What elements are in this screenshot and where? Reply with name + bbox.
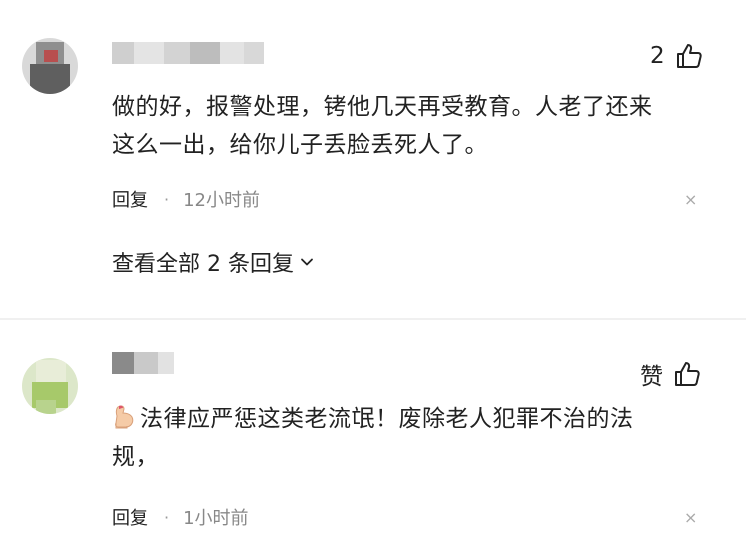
close-icon[interactable]: × (684, 508, 697, 527)
like-count: 2 (650, 43, 665, 69)
comment-meta: 回复 · 1小时前 (112, 504, 249, 530)
chevron-down-icon (301, 258, 313, 266)
comment-line: 这么一出，给你儿子丢脸丢死人了。 (112, 132, 488, 158)
comment-line: 规， (112, 444, 159, 470)
thumbs-up-icon (676, 44, 702, 68)
separator-dot: · (164, 189, 170, 209)
view-all-replies[interactable]: 查看全部 2 条回复 (112, 246, 314, 278)
comment-text: 做的好，报警处理，铐他几天再受教育。人老了还来 这么一出，给你儿子丢脸丢死人了。 (112, 88, 712, 164)
separator-dot: · (164, 507, 170, 527)
reply-button[interactable]: 回复 (112, 504, 148, 530)
like-button[interactable]: 赞 (640, 357, 701, 391)
comment-line: 做的好，报警处理，铐他几天再受教育。人老了还来 (112, 94, 653, 120)
username-blurred[interactable] (112, 352, 174, 374)
comment-line-text: 法律应严惩这类老流氓！废除老人犯罪不治的法 (140, 406, 634, 432)
comment-line: 法律应严惩这类老流氓！废除老人犯罪不治的法 (112, 400, 712, 438)
divider (0, 318, 746, 320)
close-icon[interactable]: × (684, 190, 697, 209)
avatar[interactable] (22, 358, 78, 414)
flexed-arm-emoji (115, 405, 134, 429)
timestamp: 1小时前 (183, 508, 249, 529)
comment-meta: 回复 · 12小时前 (112, 186, 260, 212)
view-all-label: 查看全部 2 条回复 (112, 252, 294, 277)
timestamp: 12小时前 (183, 190, 260, 211)
avatar[interactable] (22, 38, 78, 94)
like-label: 赞 (640, 364, 663, 390)
username-blurred[interactable] (112, 42, 264, 64)
thumbs-up-icon (675, 362, 700, 386)
reply-button[interactable]: 回复 (112, 186, 148, 212)
like-button[interactable]: 2 (650, 42, 703, 70)
comment-text: 法律应严惩这类老流氓！废除老人犯罪不治的法 规， (112, 400, 712, 476)
